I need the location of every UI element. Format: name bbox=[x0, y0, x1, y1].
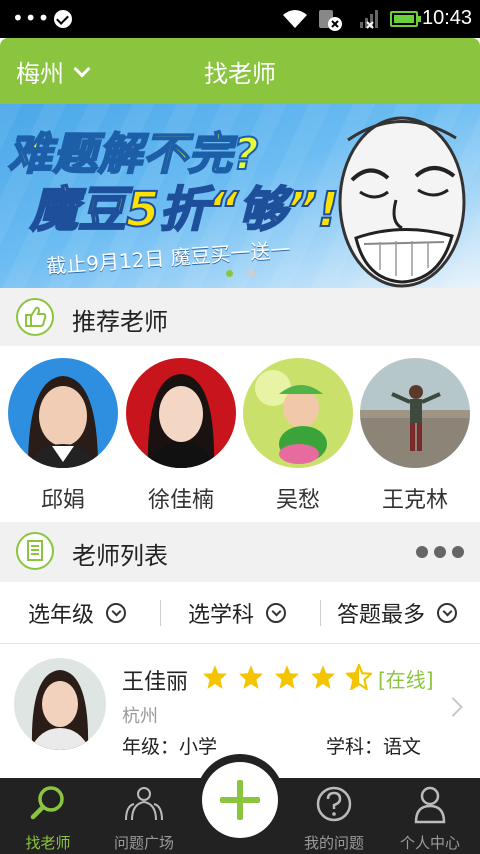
banner-page-dot[interactable] bbox=[248, 270, 255, 277]
teacher-city: 杭州 bbox=[122, 706, 158, 727]
chevron-right-icon bbox=[443, 697, 463, 717]
filter-label: 选学科 bbox=[188, 603, 255, 628]
search-icon bbox=[30, 786, 64, 820]
nav-label: 问题广场 bbox=[113, 834, 174, 852]
teacher-grade: 年级：小学 bbox=[122, 736, 218, 758]
teacher-name: 邱娟 bbox=[40, 488, 85, 513]
nav-label: 我的问题 bbox=[303, 834, 364, 852]
status-bar: ••• 10:43 bbox=[0, 0, 480, 38]
avatar bbox=[14, 658, 106, 750]
sim-icon bbox=[319, 10, 342, 31]
app-header: 梅州 找老师 bbox=[0, 38, 480, 104]
banner-page-dot-active[interactable] bbox=[226, 270, 233, 277]
check-circle-icon bbox=[54, 10, 72, 28]
recommended-teachers: 邱娟 徐佳楠 吴愁 王克林 bbox=[0, 346, 480, 522]
section-title: 老师列表 bbox=[72, 542, 168, 570]
promo-banner[interactable]: 难题解不完? 魔豆5折“够”! 截止9月12日 魔豆买一送一 bbox=[0, 104, 480, 288]
filter-bar: 选年级 选学科 答题最多 bbox=[0, 582, 480, 644]
question-icon bbox=[316, 786, 352, 822]
status-badge: [在线] bbox=[378, 668, 434, 692]
nav-question-square[interactable]: 问题广场 bbox=[96, 778, 192, 854]
nav-label: 个人中心 bbox=[399, 834, 460, 852]
teacher-card[interactable]: 吴愁 bbox=[243, 358, 353, 514]
grade-filter[interactable]: 选年级 bbox=[28, 582, 127, 644]
teacher-card[interactable]: 王克林 bbox=[360, 358, 470, 514]
list-document-icon bbox=[16, 532, 54, 570]
chevron-down-circle-icon bbox=[437, 603, 458, 623]
banner-headline-2: 魔豆5折“够”! bbox=[29, 181, 340, 239]
nav-label: 找老师 bbox=[25, 834, 71, 852]
user-icon bbox=[414, 786, 446, 824]
teacher-list-section-header: 老师列表 bbox=[0, 522, 480, 582]
filter-label: 选年级 bbox=[28, 603, 95, 628]
meme-face-illustration bbox=[338, 116, 466, 288]
signal-icon bbox=[360, 10, 378, 29]
wifi-icon bbox=[283, 10, 307, 28]
teacher-name: 徐佳楠 bbox=[147, 488, 214, 513]
star-icon bbox=[239, 665, 263, 689]
teacher-card[interactable]: 邱娟 bbox=[8, 358, 118, 514]
plus-icon[interactable] bbox=[202, 762, 278, 838]
avatar bbox=[360, 358, 470, 468]
star-icon bbox=[275, 665, 299, 689]
recommended-section-header: 推荐老师 bbox=[0, 288, 480, 346]
page-title: 找老师 bbox=[204, 60, 276, 88]
teacher-subject: 学科：语文 bbox=[326, 736, 422, 758]
thumbs-up-icon bbox=[16, 298, 54, 336]
half-star-icon bbox=[346, 664, 372, 690]
avatar bbox=[126, 358, 236, 468]
star-icon bbox=[203, 665, 227, 689]
divider bbox=[160, 600, 161, 626]
chevron-down-circle-icon bbox=[106, 603, 127, 623]
nav-profile[interactable]: 个人中心 bbox=[382, 778, 478, 854]
section-title: 推荐老师 bbox=[72, 308, 168, 336]
nav-find-teacher[interactable]: 找老师 bbox=[0, 778, 96, 854]
battery-icon bbox=[390, 11, 421, 27]
teacher-name: 王克林 bbox=[381, 488, 448, 513]
people-icon bbox=[125, 787, 163, 821]
sort-filter[interactable]: 答题最多 bbox=[337, 582, 458, 644]
teacher-name: 吴愁 bbox=[275, 488, 320, 513]
nav-my-questions[interactable]: 我的问题 bbox=[286, 778, 382, 854]
overflow-dots-icon: ••• bbox=[12, 6, 51, 30]
avatar bbox=[243, 358, 353, 468]
chevron-down-circle-icon bbox=[266, 603, 287, 623]
subject-filter[interactable]: 选学科 bbox=[188, 582, 287, 644]
divider bbox=[320, 600, 321, 626]
filter-label: 答题最多 bbox=[337, 603, 426, 628]
rating-stars bbox=[202, 664, 372, 690]
avatar bbox=[8, 358, 118, 468]
more-options-icon[interactable] bbox=[416, 546, 464, 558]
star-icon bbox=[311, 665, 335, 689]
teacher-card[interactable]: 徐佳楠 bbox=[126, 358, 236, 514]
clock: 10:43 bbox=[422, 7, 473, 29]
teacher-name: 王佳丽 bbox=[122, 670, 189, 695]
